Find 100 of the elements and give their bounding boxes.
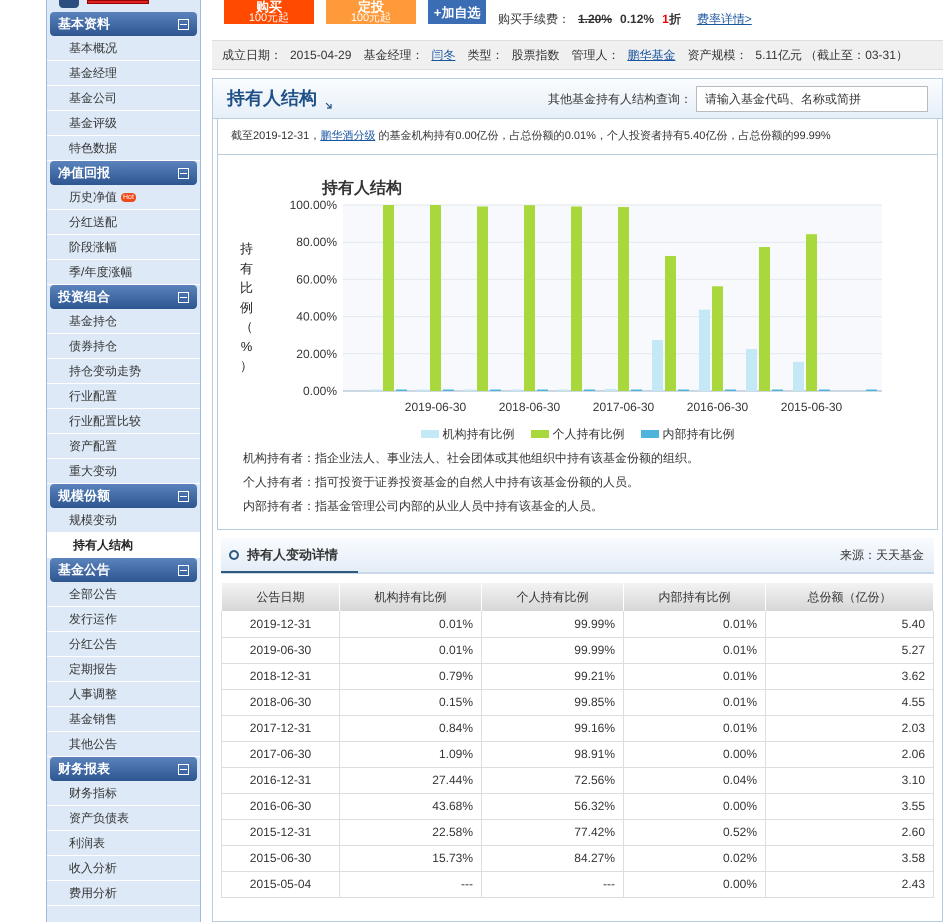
y-axis-label: 持有比例（%） — [240, 240, 253, 375]
y-tick-label: 40.00% — [296, 310, 337, 324]
table-cell: 0.00% — [624, 793, 766, 819]
search-field[interactable]: 请输入基金代码、名称或简拼 — [696, 86, 928, 112]
sidebar-group-header[interactable]: 净值回报 — [50, 161, 197, 185]
collapse-icon[interactable] — [178, 490, 189, 502]
sidebar-item[interactable]: 全部公告 — [47, 582, 200, 607]
table-cell: 77.42% — [482, 819, 624, 845]
chart-title: 持有人结构 — [322, 180, 402, 197]
table-cell: 43.68% — [340, 793, 482, 819]
sidebar-item[interactable]: 资产配置 — [47, 434, 200, 459]
collapse-icon[interactable] — [178, 764, 189, 774]
sidebar-item[interactable]: 人事调整 — [47, 682, 200, 707]
table-cell: 2015-05-04 — [222, 871, 340, 897]
legend-swatch — [530, 430, 548, 438]
table-cell: 2016-06-30 — [222, 793, 340, 819]
sidebar-item[interactable]: 行业配置比较 — [47, 409, 200, 434]
bar — [605, 388, 616, 391]
table-cell: 0.00% — [624, 871, 766, 897]
sidebar-group-header[interactable]: 基金公告 — [50, 558, 197, 582]
sidebar-item[interactable]: 基金经理 — [47, 61, 200, 86]
table-cell: 0.52% — [624, 819, 766, 845]
x-tick-label: 2016-06-30 — [686, 400, 748, 414]
fee-label: 购买手续费： — [498, 11, 570, 28]
table-cell: 2.03 — [766, 715, 934, 741]
table-cell: 2015-12-31 — [222, 819, 340, 845]
definition-text: 内部持有者：指基金管理公司内部的从业人员中持有该基金的人员。 — [243, 498, 604, 515]
sidebar-item[interactable]: 基金评级 — [47, 111, 200, 136]
table-cell: 99.99% — [482, 611, 624, 637]
table-cell: 99.99% — [482, 637, 624, 663]
fund-link[interactable]: 鹏华酒分级 — [320, 130, 376, 142]
sidebar-item[interactable]: 资产负债表 — [47, 806, 200, 831]
search-label: 其他基金持有人结构查询： — [548, 90, 692, 108]
table-cell: 0.84% — [340, 715, 482, 741]
table-cell: 3.10 — [766, 767, 934, 793]
collapse-icon[interactable] — [178, 564, 189, 576]
x-tick-label: 2019-06-30 — [404, 400, 466, 414]
sidebar-item[interactable]: 基金持仓 — [47, 309, 200, 334]
column-header: 个人持有比例 — [482, 583, 624, 611]
sidebar-item[interactable]: 财务指标 — [47, 781, 200, 806]
y-tick-label: 80.00% — [296, 235, 337, 250]
sidebar-item[interactable]: 基金公司 — [47, 86, 200, 111]
table-cell: 99.85% — [482, 689, 624, 715]
table-cell: 27.44% — [340, 767, 482, 793]
legend-label: 机构持有比例 — [442, 426, 514, 443]
table-cell: 0.01% — [624, 611, 766, 637]
table-cell: 1.09% — [340, 741, 482, 767]
table-cell: 2018-06-30 — [222, 689, 340, 715]
sidebar-item[interactable]: 分红公告 — [47, 632, 200, 657]
discount: 1折 — [662, 11, 681, 28]
sidebar-item[interactable]: 分红送配 — [47, 210, 200, 235]
table-cell: 22.58% — [340, 819, 482, 845]
column-header: 公告日期 — [222, 583, 340, 611]
summary-text: 截至2019-12-31，鹏华酒分级 的基金机构持有0.00亿份，占总份额的0.01%，个人投资者持有5.40亿份，占总份额的99.99% — [231, 128, 831, 144]
sidebar-item[interactable]: 发行运作 — [47, 607, 200, 632]
table-cell: 0.01% — [624, 715, 766, 741]
table-cell: 99.21% — [482, 663, 624, 689]
table-cell: 84.27% — [482, 845, 624, 871]
sidebar-item[interactable]: 利润表 — [47, 831, 200, 856]
table-cell: 2018-12-31 — [222, 663, 340, 689]
info-label: 基金经理： — [363, 47, 424, 64]
fee-details-link[interactable]: 费率详情> — [696, 10, 752, 28]
table-cell: 72.56% — [482, 767, 624, 793]
info-link[interactable]: 鹏华基金 — [627, 46, 676, 64]
table-cell: 2017-06-30 — [222, 741, 340, 767]
sidebar-group-header[interactable]: 财务报表 — [50, 757, 197, 781]
sidebar-item[interactable]: 收入分析 — [47, 856, 200, 881]
source-text: 来源：天天基金 — [840, 547, 924, 564]
x-tick-label: 2017-06-30 — [592, 400, 654, 414]
table-cell: 0.79% — [340, 663, 482, 689]
action-button[interactable]: +加自选 — [428, 0, 486, 24]
info-label: 管理人： — [571, 47, 620, 64]
y-tick-label: 100.00% — [290, 198, 337, 212]
sidebar-item[interactable]: 定期报告 — [47, 657, 200, 682]
table-cell: 2019-12-31 — [222, 611, 340, 637]
sidebar-item[interactable]: 费用分析 — [47, 881, 200, 906]
sidebar-group-header[interactable]: 规模份额 — [50, 484, 197, 508]
sidebar-item[interactable]: 基金销售 — [47, 707, 200, 732]
sidebar-group-header[interactable]: 投资组合 — [50, 285, 197, 309]
table-cell: 0.15% — [340, 689, 482, 715]
collapse-icon[interactable] — [178, 18, 189, 30]
sidebar-item[interactable]: 行业配置 — [47, 384, 200, 409]
sidebar-item[interactable]: 持仓变动走势 — [47, 359, 200, 384]
collapse-icon[interactable] — [178, 168, 189, 178]
table-cell: 0.01% — [624, 637, 766, 663]
bar — [652, 340, 663, 391]
promo-bar — [87, 0, 149, 4]
table-cell: 5.27 — [766, 637, 934, 663]
y-tick-label: 0.00% — [302, 384, 337, 398]
sidebar-item[interactable]: 债券持仓 — [47, 334, 200, 359]
sidebar-item[interactable]: 基本概况 — [47, 36, 200, 61]
sidebar-item[interactable]: 阶段涨幅 — [47, 235, 200, 260]
table-cell: 0.01% — [624, 663, 766, 689]
column-header: 内部持有比例 — [624, 583, 766, 611]
table-cell: 2019-06-30 — [222, 637, 340, 663]
sidebar-item[interactable]: 持有人结构 — [47, 533, 200, 558]
collapse-icon[interactable] — [178, 292, 189, 302]
sidebar-group-header[interactable]: 基本资料 — [50, 12, 197, 36]
info-link[interactable]: 闫冬 — [431, 46, 456, 64]
table-cell: 2016-12-31 — [222, 767, 340, 793]
